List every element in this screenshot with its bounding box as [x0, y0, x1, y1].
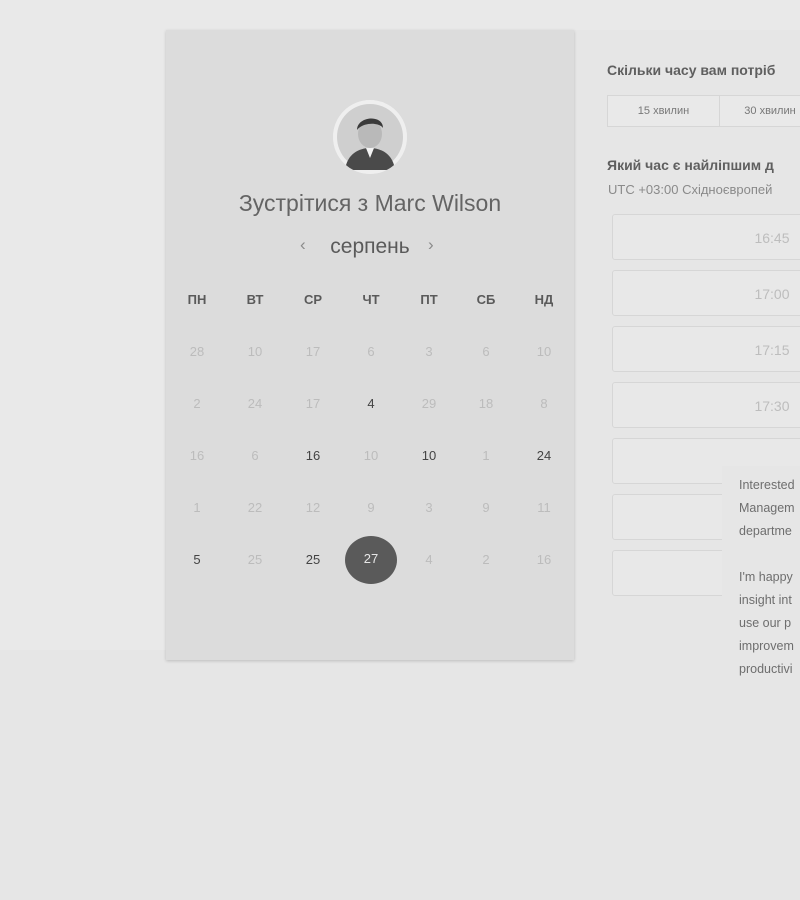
calendar-day[interactable]: 16: [293, 446, 333, 466]
calendar-day[interactable]: 16: [524, 550, 564, 570]
left-background-band: [0, 30, 166, 650]
calendar-day[interactable]: 18: [466, 394, 506, 414]
calendar-day[interactable]: 17: [293, 342, 333, 362]
brand-logo-icon: [388, 0, 458, 14]
calendar-day[interactable]: 16: [177, 446, 217, 466]
calendar-day[interactable]: 10: [235, 342, 275, 362]
calendar-day[interactable]: 12: [293, 498, 333, 518]
calendar-day[interactable]: 25: [293, 550, 333, 570]
tooltip-line: Interested: [739, 478, 795, 492]
calendar-day[interactable]: 29: [409, 394, 449, 414]
time-question: Який час є найліпшим д: [607, 157, 774, 173]
tooltip-line: improvem: [739, 639, 794, 653]
calendar-day[interactable]: 2: [466, 550, 506, 570]
tooltip-line: productivi: [739, 662, 793, 676]
calendar-day[interactable]: 4: [409, 550, 449, 570]
time-slot[interactable]: 16:45: [612, 214, 800, 260]
calendar-day[interactable]: 28: [177, 342, 217, 362]
calendar-day[interactable]: 2: [177, 394, 217, 414]
calendar-day[interactable]: 10: [524, 342, 564, 362]
time-slot-label: 17:00: [754, 286, 790, 302]
calendar-day[interactable]: 10: [351, 446, 391, 466]
tab-15-minutes[interactable]: 15 хвилин: [607, 95, 720, 127]
booking-card: Зустрітися з Marc Wilson серпень ‹ › ПН …: [166, 30, 574, 660]
calendar-day[interactable]: 5: [177, 550, 217, 570]
calendar-day[interactable]: 3: [409, 498, 449, 518]
calendar-day[interactable]: 3: [409, 342, 449, 362]
calendar-day-selected[interactable]: 27: [345, 536, 397, 584]
calendar-day[interactable]: 8: [524, 394, 564, 414]
calendar-day[interactable]: 10: [409, 446, 449, 466]
time-slot[interactable]: 17:15: [612, 326, 800, 372]
calendar-day[interactable]: 22: [235, 498, 275, 518]
duration-question: Скільки часу вам потріб: [607, 62, 776, 78]
calendar-day[interactable]: 17: [293, 394, 333, 414]
calendar-day[interactable]: 24: [524, 446, 564, 466]
calendar-day[interactable]: 6: [351, 342, 391, 362]
time-slot-label: 17:15: [754, 342, 790, 358]
time-slot-label: 17:30: [754, 398, 790, 414]
top-header-band: [0, 0, 800, 30]
calendar-day[interactable]: 24: [235, 394, 275, 414]
time-slot[interactable]: 17:00: [612, 270, 800, 316]
calendar-day[interactable]: 1: [177, 498, 217, 518]
calendar-day[interactable]: 6: [235, 446, 275, 466]
calendar-day[interactable]: 9: [466, 498, 506, 518]
calendar-day[interactable]: 1: [466, 446, 506, 466]
calendar-day[interactable]: 25: [235, 550, 275, 570]
calendar-day[interactable]: 9: [351, 498, 391, 518]
tooltip-line: insight int: [739, 593, 792, 607]
tooltip-line: Managem: [739, 501, 795, 515]
tab-30-minutes[interactable]: 30 хвилин: [719, 95, 800, 127]
calendar-day[interactable]: 11: [524, 498, 564, 518]
timezone-label: UTC +03:00 Східноєвропей: [608, 182, 773, 197]
time-slot-label: 16:45: [754, 230, 790, 246]
tooltip-line: I'm happy: [739, 570, 793, 584]
calendar-day[interactable]: 4: [351, 394, 391, 414]
calendar-day-grid: 28 10 17 6 3 6 10 2 24 17 4 29 18 8 16 6 16 10 10 1 24 1 22 12 9…: [166, 30, 574, 650]
tooltip-line: departme: [739, 524, 792, 538]
info-tooltip: Interested Managem departme I'm happy in…: [722, 466, 800, 686]
calendar-day[interactable]: 6: [466, 342, 506, 362]
tooltip-line: use our p: [739, 616, 792, 630]
time-slot[interactable]: 17:30: [612, 382, 800, 428]
